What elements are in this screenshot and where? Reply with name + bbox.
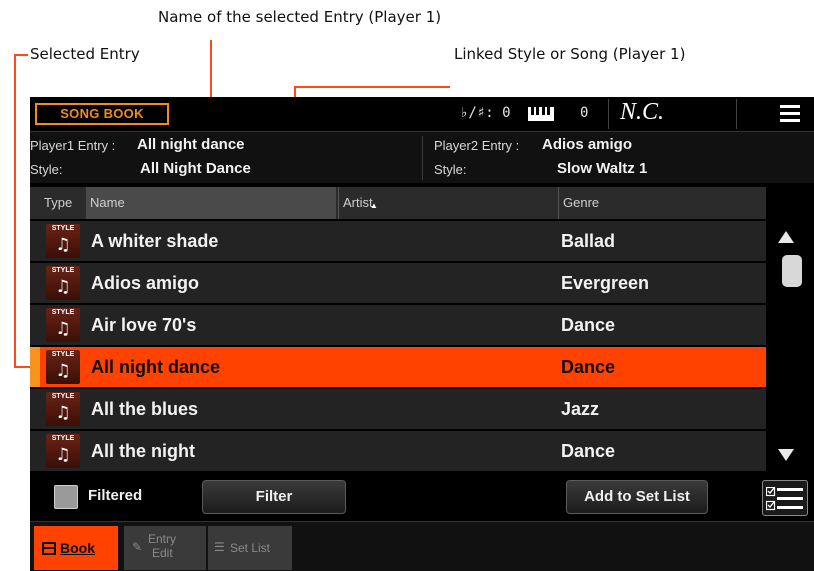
player1-style-name: All Night Dance xyxy=(140,160,251,177)
entry-genre: Dance xyxy=(561,357,616,377)
tab-entry-edit[interactable]: ✎ Entry Edit xyxy=(124,526,206,570)
transpose-readout: ♭/♯: 0 xyxy=(460,105,511,121)
callout-selected-entry: Selected Entry xyxy=(30,45,140,63)
entry-info-panel: Player1 Entry : All night dance Style: A… xyxy=(30,131,814,183)
scroll-up-arrow-icon[interactable] xyxy=(778,231,794,243)
page-menu-icon[interactable] xyxy=(780,105,800,123)
table-row[interactable]: STYLE ♫ All the night Dance xyxy=(30,431,766,471)
style-type-icon: STYLE ♫ xyxy=(46,434,80,468)
entry-genre: Dance xyxy=(561,441,616,461)
divider xyxy=(736,99,737,129)
top-bar: SONG BOOK ♭/♯: 0 0 N.C. xyxy=(30,97,814,131)
add-to-set-list-button[interactable]: Add to Set List xyxy=(566,480,708,514)
player2-entry-label: Player2 Entry : xyxy=(434,138,520,153)
divider xyxy=(608,99,609,129)
tab-bar: Book ✎ Entry Edit ☰ Set List xyxy=(30,521,814,571)
tab-book[interactable]: Book xyxy=(34,526,118,570)
callout-line xyxy=(14,54,28,56)
scroll-down-arrow-icon[interactable] xyxy=(778,449,794,461)
player1-style-label: Style: xyxy=(30,162,63,177)
divider xyxy=(422,136,423,180)
entry-name: Air love 70's xyxy=(91,315,197,335)
style-type-icon: STYLE ♫ xyxy=(46,224,80,258)
callout-line xyxy=(14,54,16,368)
entry-name: A whiter shade xyxy=(91,231,219,251)
list-icon: ☰ xyxy=(214,540,225,554)
scrollbar-thumb[interactable] xyxy=(782,255,802,287)
filtered-checkbox[interactable] xyxy=(54,485,78,509)
style-type-icon: STYLE ♫ xyxy=(46,392,80,426)
column-header-name[interactable]: Name ▲ xyxy=(86,187,378,219)
book-icon xyxy=(42,542,56,555)
column-header-artist[interactable]: Artist xyxy=(338,187,558,219)
table-header: Type Name ▲ Artist Genre xyxy=(30,187,766,219)
player2-style-label: Style: xyxy=(434,162,467,177)
tab-entry-edit-line1: Entry xyxy=(148,532,177,546)
entry-name: All the blues xyxy=(91,399,199,419)
callout-line xyxy=(294,86,450,88)
transpose-label: ♭/♯: xyxy=(460,105,494,121)
transpose-value: 0 xyxy=(502,105,511,121)
callout-linked-style: Linked Style or Song (Player 1) xyxy=(454,45,686,63)
entry-name: Adios amigo xyxy=(91,273,200,293)
player1-entry-label: Player1 Entry : xyxy=(30,138,116,153)
filter-button[interactable]: Filter xyxy=(202,480,346,514)
tab-entry-edit-line2: Edit xyxy=(152,546,173,560)
entry-genre: Ballad xyxy=(561,231,616,251)
entry-name: All night dance xyxy=(91,357,221,377)
player2-style-name: Slow Waltz 1 xyxy=(557,160,648,177)
tab-set-list-label: Set List xyxy=(230,541,271,555)
keyboard-icon xyxy=(528,107,554,121)
song-book-screen: SONG BOOK ♭/♯: 0 0 N.C. Player1 Entry : … xyxy=(30,97,814,571)
player1-entry-name: All night dance xyxy=(137,136,245,153)
style-type-icon: STYLE ♫ xyxy=(46,308,80,342)
table-row-selected[interactable]: STYLE ♫ All night dance Dance xyxy=(30,347,766,387)
page-title[interactable]: SONG BOOK xyxy=(35,103,169,125)
entry-genre: Dance xyxy=(561,315,616,335)
checkbox-marks-icon xyxy=(766,487,776,511)
entry-name: All the night xyxy=(91,441,195,461)
checklist-menu-icon[interactable] xyxy=(762,480,808,516)
pencil-icon: ✎ xyxy=(132,540,143,554)
style-type-icon: STYLE ♫ xyxy=(46,350,80,384)
tab-book-label: Book xyxy=(60,540,95,556)
octave-value: 0 xyxy=(580,105,589,121)
column-header-type[interactable]: Type xyxy=(40,187,86,219)
filtered-label: Filtered xyxy=(88,487,143,504)
selection-marker xyxy=(30,347,40,387)
table-row[interactable]: STYLE ♫ Air love 70's Dance xyxy=(30,305,766,345)
style-type-icon: STYLE ♫ xyxy=(46,266,80,300)
column-header-genre[interactable]: Genre xyxy=(558,187,766,219)
chord-display: N.C. xyxy=(620,99,665,125)
table-row[interactable]: STYLE ♫ A whiter shade Ballad xyxy=(30,221,766,261)
table-row[interactable]: STYLE ♫ Adios amigo Evergreen xyxy=(30,263,766,303)
column-header-name-label: Name xyxy=(90,195,125,210)
entry-genre: Evergreen xyxy=(561,273,650,293)
bottom-controls: Filtered Filter Add to Set List xyxy=(30,473,814,521)
table-row[interactable]: STYLE ♫ All the blues Jazz xyxy=(30,389,766,429)
player2-entry-name: Adios amigo xyxy=(542,136,633,153)
entry-genre: Jazz xyxy=(561,399,600,419)
tab-set-list[interactable]: ☰ Set List xyxy=(208,526,292,570)
callout-name-selected-entry: Name of the selected Entry (Player 1) xyxy=(158,8,442,26)
